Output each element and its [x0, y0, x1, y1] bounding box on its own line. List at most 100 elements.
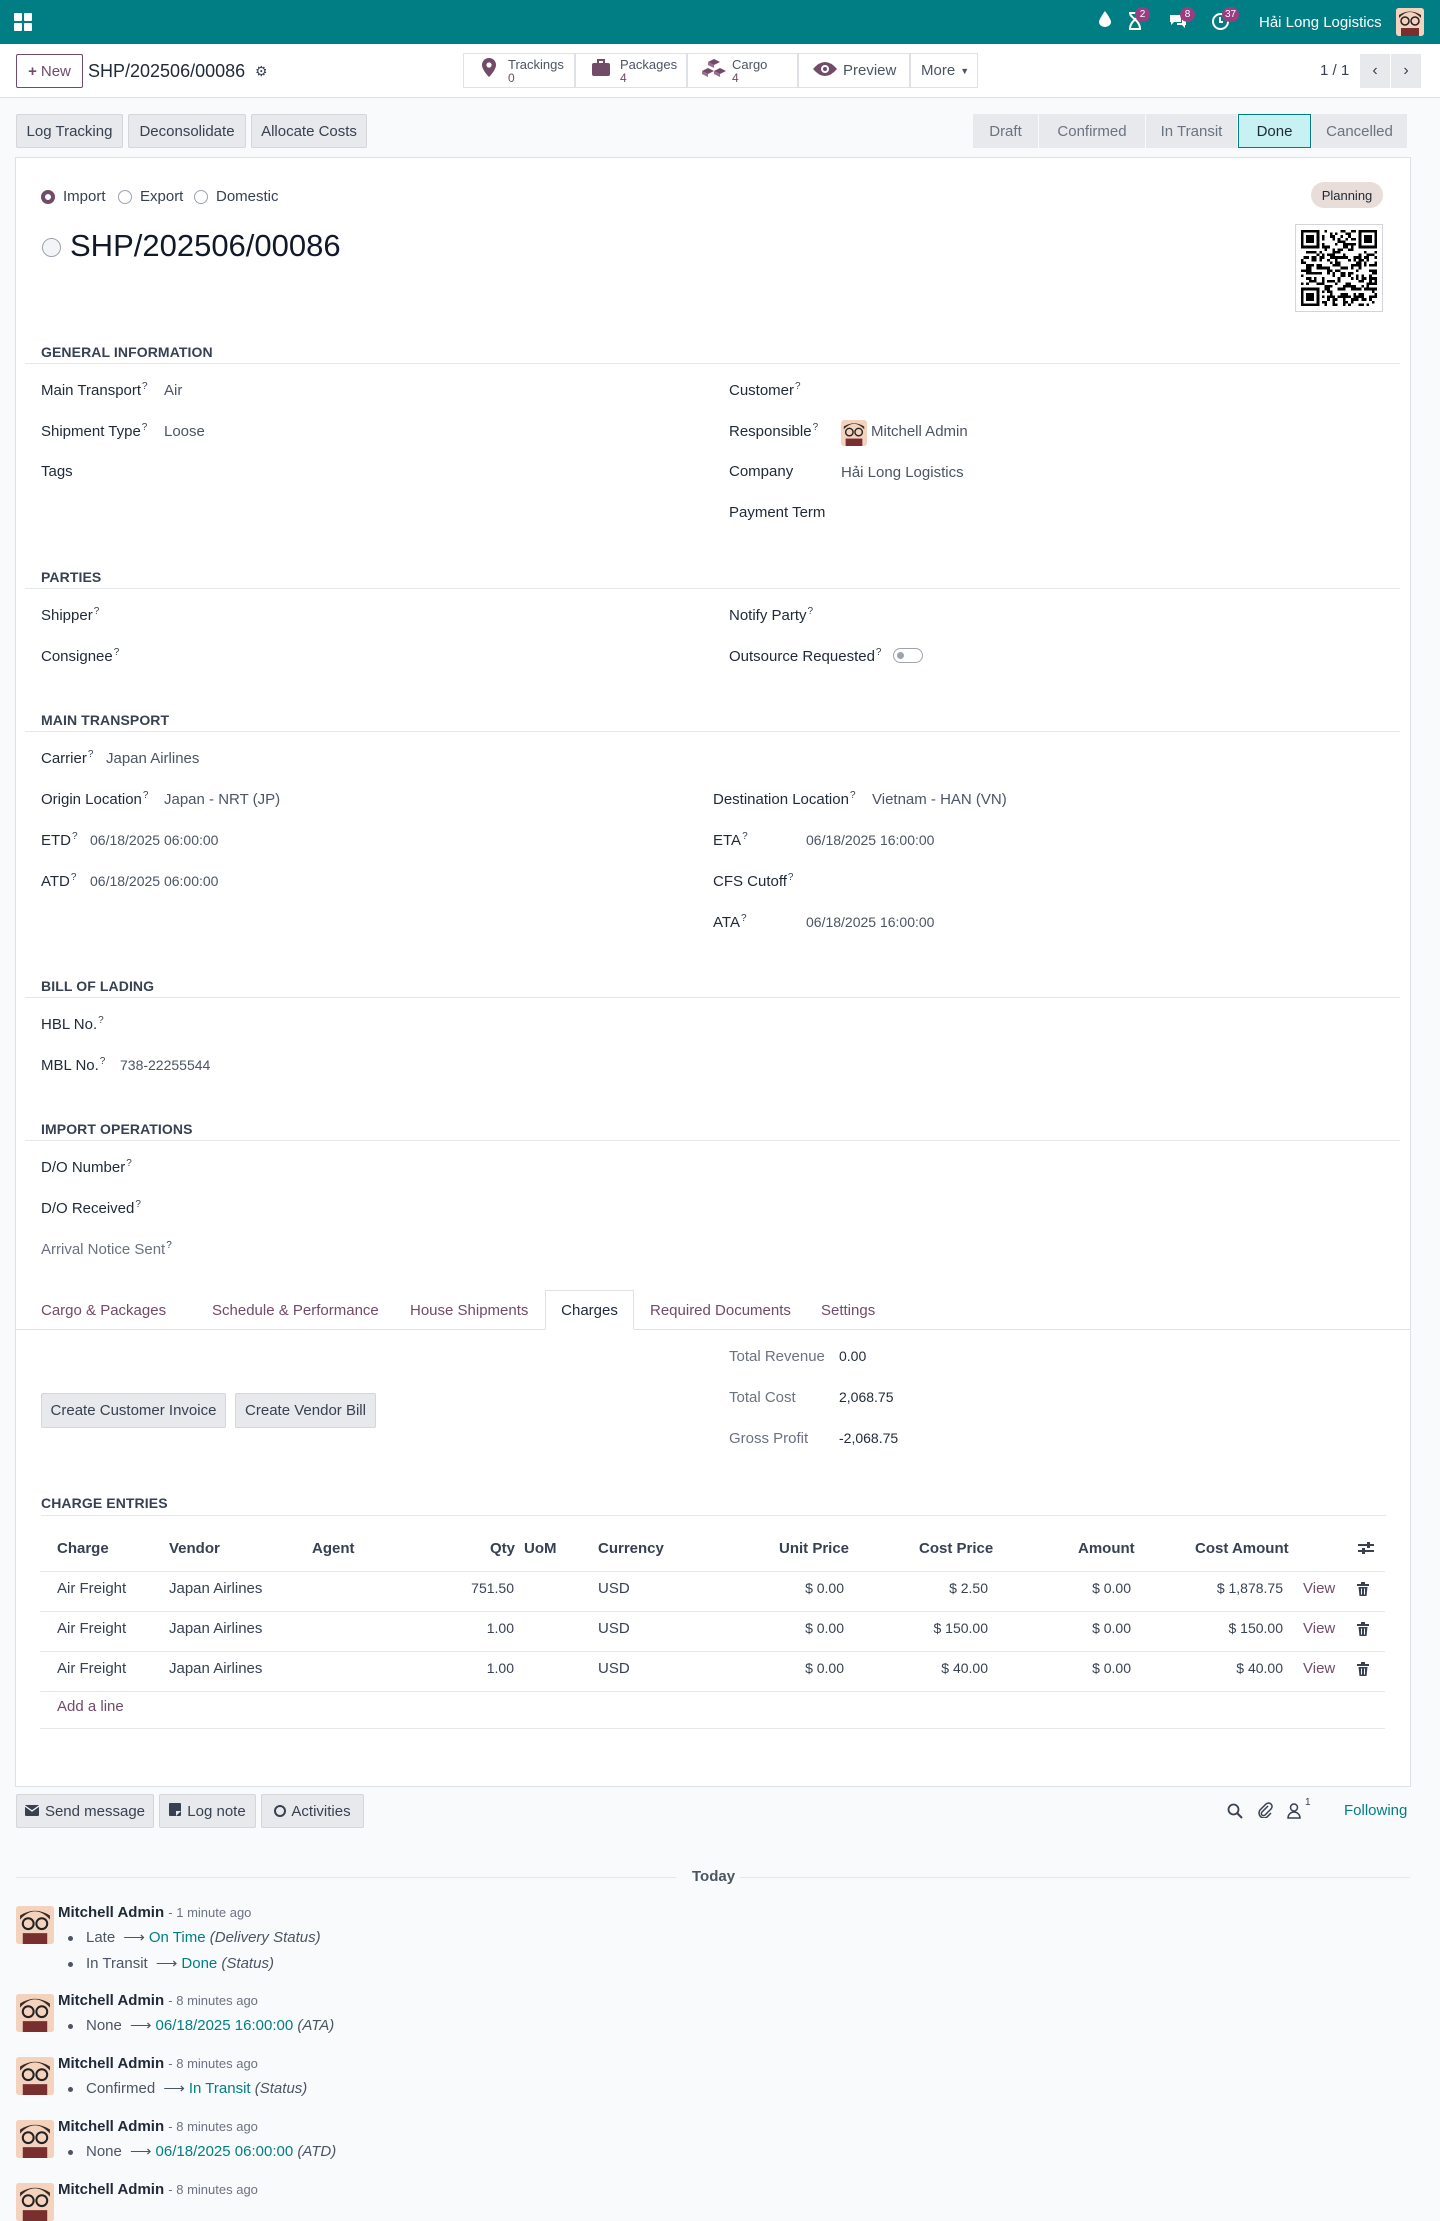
mbl-value[interactable]: 738-22255544 [120, 1057, 210, 1073]
col-vendor[interactable]: Vendor [169, 1540, 220, 1557]
arrival-notice-label: Arrival Notice Sent? [41, 1240, 172, 1258]
outsource-toggle[interactable] [893, 648, 923, 663]
trash-icon[interactable] [1357, 1662, 1369, 1679]
author-avatar[interactable] [16, 1906, 54, 1944]
followers-icon[interactable] [1287, 1803, 1301, 1819]
eta-value[interactable]: 06/18/2025 16:00:00 [806, 832, 934, 848]
add-line-link[interactable]: Add a line [57, 1698, 124, 1715]
message-author[interactable]: Mitchell Admin - 1 minute ago [58, 1904, 251, 1921]
stage-in-transit[interactable]: In Transit [1146, 114, 1237, 148]
col-agent[interactable]: Agent [312, 1540, 355, 1557]
map-pin-icon [478, 58, 500, 83]
charge-entries-header: Charge Entries [41, 1495, 168, 1511]
author-avatar[interactable] [16, 2057, 54, 2095]
tags-label: Tags [41, 463, 73, 480]
arrow-right-icon: ⟶ [123, 1929, 145, 1946]
create-customer-invoice-button[interactable]: Create Customer Invoice [41, 1393, 226, 1428]
priority-star-toggle[interactable] [42, 238, 61, 257]
tab-cargo-packages[interactable]: Cargo & Packages [25, 1290, 182, 1330]
ata-label: ATA? [713, 913, 747, 931]
more-dropdown[interactable]: More ▼ [910, 53, 978, 88]
message-author[interactable]: Mitchell Admin - 8 minutes ago [58, 2118, 258, 2135]
etd-value[interactable]: 06/18/2025 06:00:00 [90, 832, 218, 848]
trash-icon[interactable] [1357, 1582, 1369, 1599]
radio-domestic-label[interactable]: Domestic [216, 188, 279, 205]
view-link[interactable]: View [1303, 1660, 1335, 1677]
log-note-button[interactable]: Log note [159, 1794, 256, 1828]
ata-value[interactable]: 06/18/2025 16:00:00 [806, 914, 934, 930]
tab-house-shipments[interactable]: House Shipments [410, 1290, 528, 1330]
col-cost-price[interactable]: Cost Price [919, 1540, 993, 1557]
cell-amount: $ 0.00 [1092, 1620, 1131, 1636]
col-qty[interactable]: Qty [490, 1540, 515, 1557]
stage-cancelled[interactable]: Cancelled [1312, 114, 1407, 148]
cell-cost-price: $ 40.00 [941, 1660, 988, 1676]
activities-badge: 37 [1222, 7, 1240, 22]
carrier-value[interactable]: Japan Airlines [106, 750, 199, 767]
col-amount[interactable]: Amount [1078, 1540, 1135, 1557]
trackings-smart-button[interactable]: Trackings 0 [463, 53, 575, 88]
tab-required-documents[interactable]: Required Documents [650, 1290, 791, 1330]
responsible-value[interactable]: Mitchell Admin [871, 423, 968, 440]
message-author[interactable]: Mitchell Admin - 8 minutes ago [58, 1992, 258, 2009]
qr-code [1295, 224, 1383, 312]
packages-smart-button[interactable]: Packages 4 [575, 53, 687, 88]
gear-icon[interactable]: ⚙ [255, 63, 268, 80]
atd-value[interactable]: 06/18/2025 06:00:00 [90, 873, 218, 889]
pager-next-button[interactable]: › [1391, 54, 1421, 88]
radio-export[interactable] [118, 190, 132, 204]
trash-icon[interactable] [1357, 1622, 1369, 1639]
cell-vendor: Japan Airlines [169, 1660, 263, 1677]
cargo-smart-button[interactable]: Cargo 4 [687, 53, 798, 88]
create-vendor-bill-button[interactable]: Create Vendor Bill [235, 1393, 376, 1428]
drop-icon[interactable] [1099, 11, 1111, 27]
view-link[interactable]: View [1303, 1580, 1335, 1597]
author-avatar[interactable] [16, 2183, 54, 2221]
col-charge[interactable]: Charge [57, 1540, 109, 1557]
col-currency[interactable]: Currency [598, 1540, 664, 1557]
main-transport-value[interactable]: Air [164, 382, 182, 399]
log-tracking-button[interactable]: Log Tracking [16, 114, 123, 148]
pager-value[interactable]: 1 / 1 [1320, 62, 1349, 79]
radio-import[interactable] [41, 190, 55, 204]
customer-label: Customer? [729, 381, 801, 399]
col-unit-price[interactable]: Unit Price [779, 1540, 849, 1557]
deconsolidate-button[interactable]: Deconsolidate [128, 114, 246, 148]
stage-draft[interactable]: Draft [973, 114, 1038, 148]
radio-export-label[interactable]: Export [140, 188, 183, 205]
preview-smart-button[interactable]: Preview [798, 53, 910, 88]
arrow-right-icon: ⟶ [163, 2080, 185, 2097]
paperclip-icon[interactable] [1257, 1802, 1273, 1819]
view-link[interactable]: View [1303, 1620, 1335, 1637]
user-avatar[interactable] [1396, 8, 1424, 36]
company-value[interactable]: Hải Long Logistics [841, 464, 964, 481]
pager-prev-button[interactable]: ‹ [1360, 54, 1390, 88]
app-menu-icon[interactable] [14, 13, 32, 31]
following-button[interactable]: Following [1344, 1802, 1407, 1819]
radio-domestic[interactable] [194, 190, 208, 204]
stage-done[interactable]: Done [1238, 114, 1311, 148]
column-settings-icon[interactable] [1358, 1541, 1374, 1555]
radio-import-label[interactable]: Import [63, 188, 106, 205]
col-uom[interactable]: UoM [524, 1540, 557, 1557]
tab-schedule-performance[interactable]: Schedule & Performance [212, 1290, 379, 1330]
search-icon[interactable] [1227, 1803, 1243, 1819]
activities-button[interactable]: Activities [261, 1794, 364, 1828]
destination-value[interactable]: Vietnam - HAN (VN) [872, 791, 1007, 808]
message-author[interactable]: Mitchell Admin - 8 minutes ago [58, 2181, 258, 2198]
message-author[interactable]: Mitchell Admin - 8 minutes ago [58, 2055, 258, 2072]
company-switcher[interactable]: Hải Long Logistics [1259, 14, 1382, 31]
eta-label: ETA? [713, 831, 748, 849]
new-button[interactable]: + New [16, 54, 83, 88]
tab-settings[interactable]: Settings [821, 1290, 875, 1330]
shipment-type-value[interactable]: Loose [164, 423, 205, 440]
author-avatar[interactable] [16, 2120, 54, 2158]
stage-confirmed[interactable]: Confirmed [1039, 114, 1145, 148]
tab-charges[interactable]: Charges [545, 1290, 634, 1330]
send-message-button[interactable]: Send message [16, 1794, 154, 1828]
cell-unit-price: $ 0.00 [805, 1580, 844, 1596]
allocate-costs-button[interactable]: Allocate Costs [251, 114, 367, 148]
author-avatar[interactable] [16, 1994, 54, 2032]
origin-value[interactable]: Japan - NRT (JP) [164, 791, 280, 808]
col-cost-amount[interactable]: Cost Amount [1195, 1540, 1289, 1557]
